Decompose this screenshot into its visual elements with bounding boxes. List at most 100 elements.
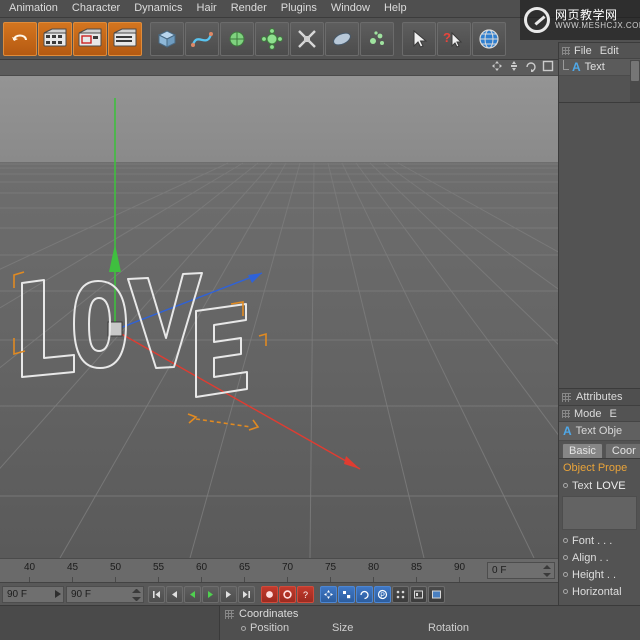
menu-item-animation[interactable]: Animation <box>2 0 65 18</box>
coordinates-left-filler <box>0 606 220 640</box>
step-forward-button[interactable] <box>220 585 237 603</box>
text-content-textarea[interactable] <box>562 496 637 530</box>
timeline-tick: 70 <box>282 562 294 573</box>
text-object-icon: A <box>563 424 572 438</box>
go-to-end-button[interactable] <box>238 585 255 603</box>
menu-item-dynamics[interactable]: Dynamics <box>127 0 189 18</box>
rotation-key-button[interactable] <box>356 585 373 603</box>
menu-item-render[interactable]: Render <box>224 0 274 18</box>
attributes-menu-mode[interactable]: Mode <box>574 408 602 420</box>
right-dock-column: File Edit A Text Attributes Mode E A Tex… <box>558 42 640 605</box>
help-cursor-icon[interactable]: ? <box>437 21 471 56</box>
coordinates-columns: Position Size Rotation <box>221 622 640 634</box>
tab-coord[interactable]: Coor <box>604 443 640 458</box>
dock-grip-icon[interactable] <box>562 409 570 418</box>
viewport-header <box>0 60 558 76</box>
property-row-height[interactable]: Height . . <box>559 566 640 583</box>
coordinates-column-size: Size <box>332 622 354 634</box>
menu-item-help[interactable]: Help <box>377 0 414 18</box>
menu-item-plugins[interactable]: Plugins <box>274 0 324 18</box>
object-name: Text <box>584 61 605 73</box>
timeline-tick: 75 <box>325 562 337 573</box>
current-frame-value: 0 F <box>492 565 507 576</box>
keyframe-dot-icon[interactable] <box>563 572 568 577</box>
timeline-tick: 45 <box>67 562 79 573</box>
render-view-icon[interactable] <box>38 21 72 56</box>
property-row-text[interactable]: Text LOVE <box>559 477 640 494</box>
viewport[interactable] <box>0 60 558 558</box>
object-manager-scrollbar[interactable] <box>630 60 640 103</box>
scale-key-button[interactable] <box>338 585 355 603</box>
parameter-key-button[interactable]: P <box>374 585 391 603</box>
object-row-text[interactable]: A Text <box>559 59 640 76</box>
object-manager-menu-file[interactable]: File <box>574 45 592 57</box>
autokeying-button[interactable] <box>279 585 296 603</box>
spline-icon[interactable] <box>185 21 219 56</box>
coordinates-bar: Coordinates Position Size Rotation <box>0 605 640 640</box>
property-label: Align . . <box>572 551 609 564</box>
undo-icon[interactable] <box>3 21 37 56</box>
maximize-view-icon[interactable] <box>542 60 554 75</box>
viewport-scene[interactable] <box>0 76 558 558</box>
attributes-object-row[interactable]: A Text Obje <box>559 422 640 441</box>
play-forward-button[interactable] <box>202 585 219 603</box>
open-timeline-button[interactable] <box>428 585 445 603</box>
record-active-objects-button[interactable] <box>261 585 278 603</box>
rotate-view-icon[interactable] <box>525 60 537 75</box>
transport-bar: 90 F 90 F ? P <box>0 582 558 605</box>
frame-rate-field[interactable]: 90 F <box>2 585 64 603</box>
object-manager-menu-edit[interactable]: Edit <box>600 45 619 57</box>
deformer-icon[interactable] <box>255 21 289 56</box>
menu-item-hair[interactable]: Hair <box>190 0 224 18</box>
watermark-logo: 网页教学网 WWW.MESHCJX.COM <box>520 0 640 40</box>
property-row-font[interactable]: Font . . . <box>559 532 640 549</box>
end-frame-spinner[interactable] <box>132 588 141 601</box>
move-view-icon[interactable] <box>491 60 503 75</box>
frame-spinner[interactable] <box>543 565 552 577</box>
keyframe-dot-icon[interactable] <box>563 538 568 543</box>
pointer-icon[interactable] <box>402 21 436 56</box>
menu-item-window[interactable]: Window <box>324 0 377 18</box>
timeline-ruler[interactable]: 40 45 50 55 60 65 70 75 80 85 90 0 F <box>0 558 558 582</box>
keyframe-selection-button[interactable]: ? <box>297 585 314 603</box>
property-row-horizontal[interactable]: Horizontal <box>559 583 640 600</box>
light-icon[interactable] <box>360 21 394 56</box>
timeline-button[interactable] <box>410 585 427 603</box>
menu-item-character[interactable]: Character <box>65 0 127 18</box>
property-label: Font . . . <box>572 534 613 547</box>
camera-icon[interactable] <box>325 21 359 56</box>
property-label: Horizontal <box>572 585 622 598</box>
scale-view-icon[interactable] <box>508 60 520 75</box>
end-frame-field[interactable]: 90 F <box>66 585 144 603</box>
coordinates-column-position: Position <box>250 622 290 634</box>
tab-basic[interactable]: Basic <box>562 443 603 458</box>
globe-icon[interactable] <box>472 21 506 56</box>
step-back-button[interactable] <box>166 585 183 603</box>
attributes-manager: Attributes Mode E A Text Obje Basic Coor… <box>558 388 640 605</box>
play-marker-icon <box>55 589 61 598</box>
play-reverse-button[interactable] <box>184 585 201 603</box>
scene-object-icon[interactable] <box>290 21 324 56</box>
point-level-animation-button[interactable] <box>392 585 409 603</box>
go-to-start-button[interactable] <box>148 585 165 603</box>
generator-icon[interactable] <box>220 21 254 56</box>
keyframe-dot-icon[interactable] <box>563 589 568 594</box>
render-settings-icon[interactable] <box>108 21 142 56</box>
dock-grip-icon[interactable] <box>225 609 234 619</box>
property-row-align[interactable]: Align . . <box>559 549 640 566</box>
keyframe-dot-icon[interactable] <box>563 555 568 560</box>
dock-grip-icon[interactable] <box>562 46 570 55</box>
render-region-icon[interactable] <box>73 21 107 56</box>
attributes-menu-edit[interactable]: E <box>610 408 617 420</box>
attributes-tabs: Basic Coor <box>559 441 640 458</box>
position-key-button[interactable] <box>320 585 337 603</box>
dock-grip-icon[interactable] <box>562 392 571 402</box>
timeline-tick: 80 <box>368 562 380 573</box>
attributes-menubar: Mode E <box>559 406 640 422</box>
cube-primitive-icon[interactable] <box>150 21 184 56</box>
keyframe-dot-icon[interactable] <box>563 483 568 488</box>
coordinates-column-rotation: Rotation <box>428 622 469 634</box>
keyframe-dot-icon[interactable] <box>241 626 246 631</box>
frame-rate-value: 90 F <box>7 588 28 600</box>
current-frame-field[interactable]: 0 F <box>487 562 555 579</box>
